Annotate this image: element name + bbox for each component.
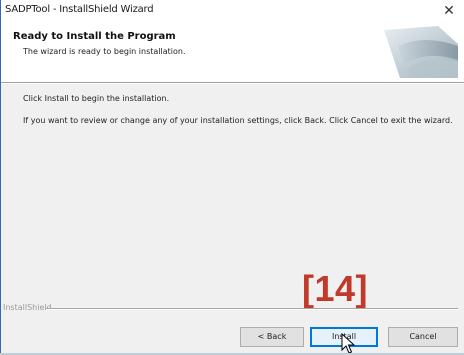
wizard-body: Click Install to begin the installation.… [1,84,464,294]
footer-divider-highlight [46,309,458,310]
screen: SADPTool - InstallShield Wizard ✕ Ready … [0,0,464,355]
close-icon: ✕ [443,3,455,19]
installshield-brand-label: InstallShield [3,303,52,312]
step-annotation: [14] [302,268,369,309]
close-button[interactable]: ✕ [440,2,458,20]
review-settings-text: If you want to review or change any of y… [23,116,453,125]
back-button[interactable]: < Back [240,327,304,347]
instruction-text: Click Install to begin the installation. [23,94,170,103]
title-bar: SADPTool - InstallShield Wizard ✕ [1,0,464,22]
installshield-banner-graphic [384,26,458,78]
page-title: Ready to Install the Program [13,31,176,42]
window-title: SADPTool - InstallShield Wizard [5,4,154,15]
wizard-header-banner: Ready to Install the Program The wizard … [1,22,464,82]
cancel-button[interactable]: Cancel [388,327,458,347]
page-subtitle: The wizard is ready to begin installatio… [23,47,186,56]
mouse-pointer-icon [341,333,355,354]
installshield-wizard-window: SADPTool - InstallShield Wizard ✕ Ready … [0,0,464,355]
